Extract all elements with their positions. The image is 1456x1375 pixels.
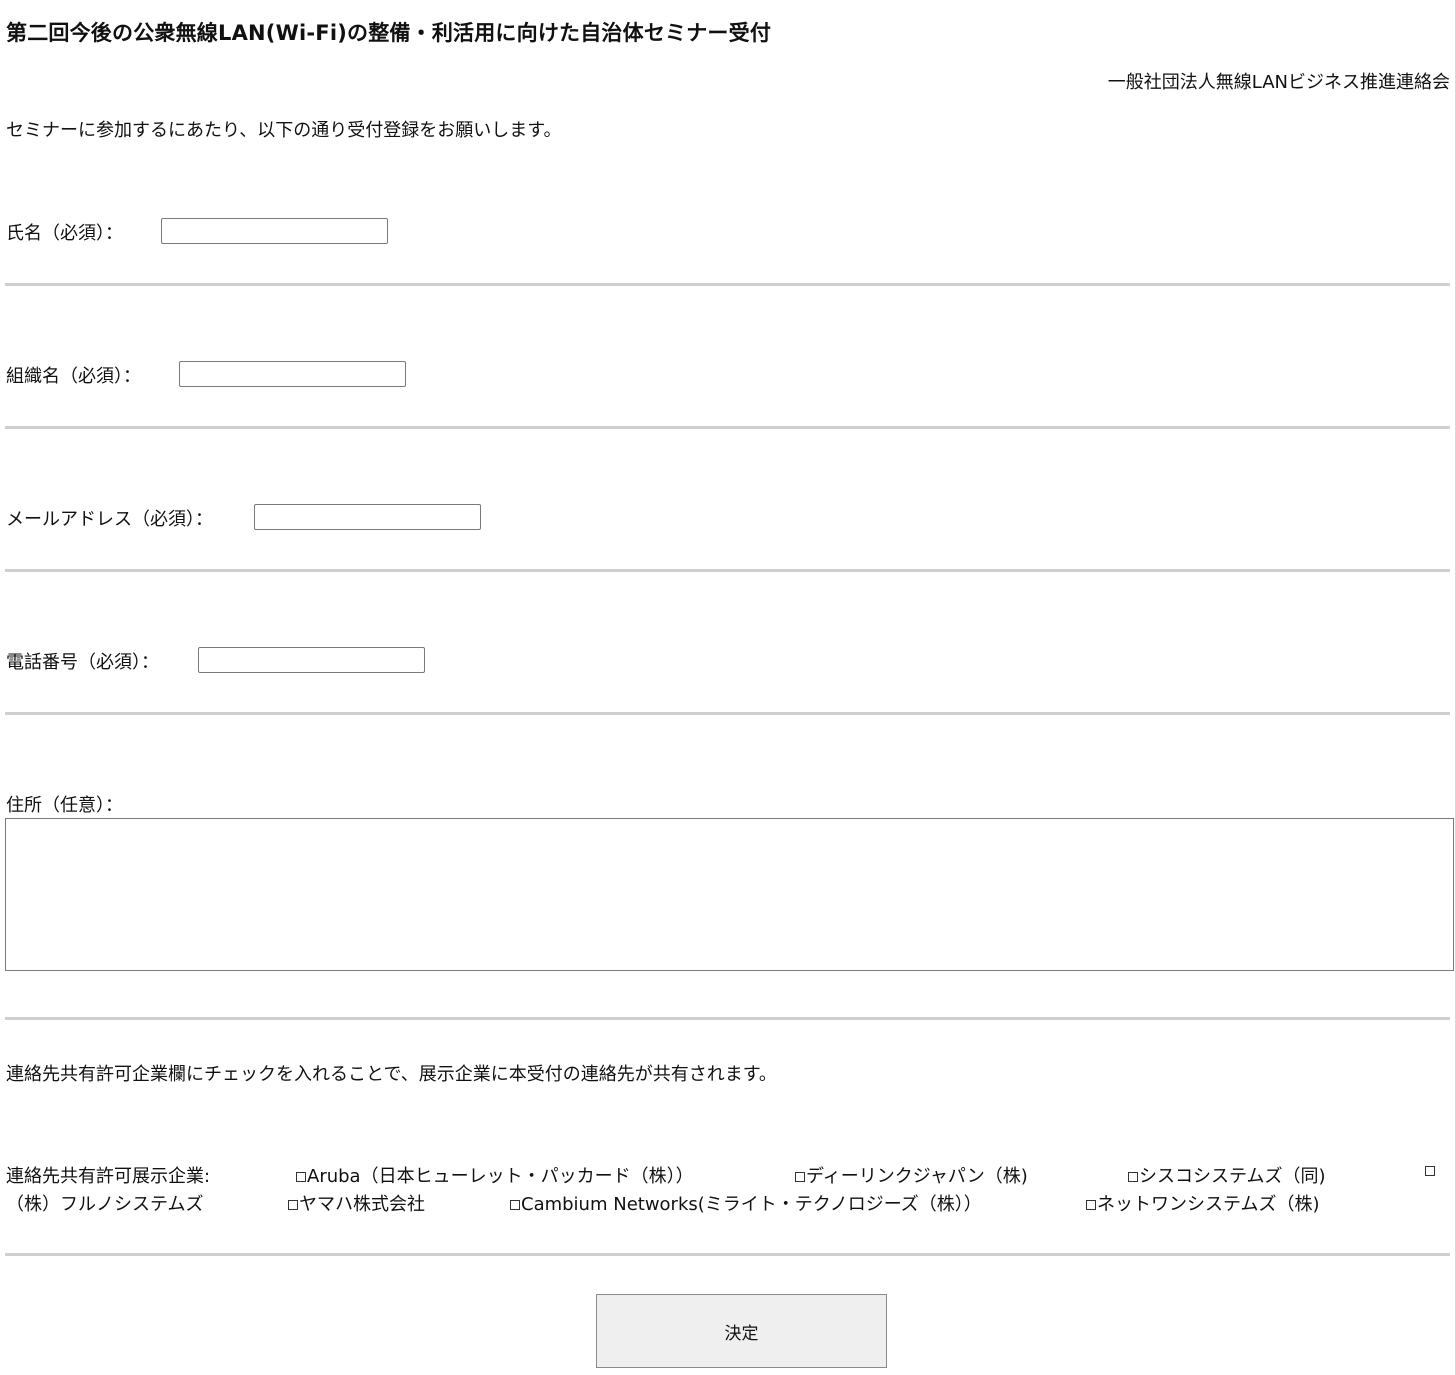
company-label-aruba: Aruba（日本ヒューレット・パッカード（株））: [307, 1166, 694, 1187]
phone-input[interactable]: [198, 647, 425, 673]
intro-text: セミナーに参加するにあたり、以下の通り受付登録をお願いします。: [6, 120, 562, 141]
company-label-yamaha: ヤマハ株式会社: [299, 1194, 425, 1215]
name-input[interactable]: [161, 218, 388, 244]
company-checkbox-cisco[interactable]: シスコシステムズ（同): [1128, 1162, 1325, 1188]
company-label-cisco: シスコシステムズ（同): [1139, 1166, 1326, 1187]
address-label: 住所（任意）：: [6, 795, 123, 816]
divider: [5, 283, 1450, 286]
divider: [5, 569, 1450, 572]
divider: [5, 1017, 1450, 1020]
company-label-dlink: ディーリンクジャパン（株): [806, 1166, 1028, 1187]
phone-label: 電話番号（必須）：: [6, 652, 159, 673]
company-checkbox-aruba[interactable]: Aruba（日本ヒューレット・パッカード（株））: [296, 1162, 694, 1188]
checkbox-icon[interactable]: [795, 1172, 805, 1182]
email-label: メールアドレス（必須）：: [6, 509, 213, 530]
address-textarea[interactable]: [5, 818, 1454, 971]
submit-button[interactable]: 決定: [596, 1294, 887, 1368]
name-label: 氏名（必須）：: [6, 223, 123, 244]
company-label-cambium: Cambium Networks(ミライト・テクノロジーズ（株））: [521, 1194, 982, 1215]
company-checkbox-cambium[interactable]: Cambium Networks(ミライト・テクノロジーズ（株））: [510, 1190, 982, 1216]
checkbox-icon[interactable]: [288, 1200, 298, 1210]
checkbox-icon[interactable]: [1086, 1200, 1096, 1210]
company-checkbox-netone[interactable]: ネットワンシステムズ（株): [1086, 1190, 1319, 1216]
company-label-furuno-wrap[interactable]: （株）フルノシステムズ: [6, 1190, 203, 1216]
company-checkbox-yamaha[interactable]: ヤマハ株式会社: [288, 1190, 425, 1216]
organization-label: 組織名（必須）：: [6, 366, 141, 387]
checkbox-icon[interactable]: [510, 1200, 520, 1210]
divider: [5, 426, 1450, 429]
divider: [5, 1253, 1450, 1256]
checkbox-icon[interactable]: [296, 1172, 306, 1182]
company-checkbox-furuno[interactable]: [1425, 1162, 1436, 1176]
page-title: 第二回今後の公衆無線LAN(Wi-Fi)の整備・利活用に向けた自治体セミナー受付: [6, 21, 772, 45]
company-checkbox-dlink[interactable]: ディーリンクジャパン（株): [795, 1162, 1028, 1188]
companies-label: 連絡先共有許可展示企業:: [6, 1166, 211, 1187]
organization-name: 一般社団法人無線LANビジネス推進連絡会: [1107, 72, 1450, 93]
share-note: 連絡先共有許可企業欄にチェックを入れることで、展示企業に本受付の連絡先が共有され…: [6, 1064, 777, 1085]
divider: [5, 712, 1450, 715]
company-label-furuno: （株）フルノシステムズ: [6, 1194, 204, 1215]
checkbox-icon[interactable]: [1425, 1166, 1435, 1176]
organization-input[interactable]: [179, 361, 406, 387]
checkbox-icon[interactable]: [1128, 1172, 1138, 1182]
company-label-netone: ネットワンシステムズ（株): [1097, 1194, 1320, 1215]
email-input[interactable]: [254, 504, 481, 530]
